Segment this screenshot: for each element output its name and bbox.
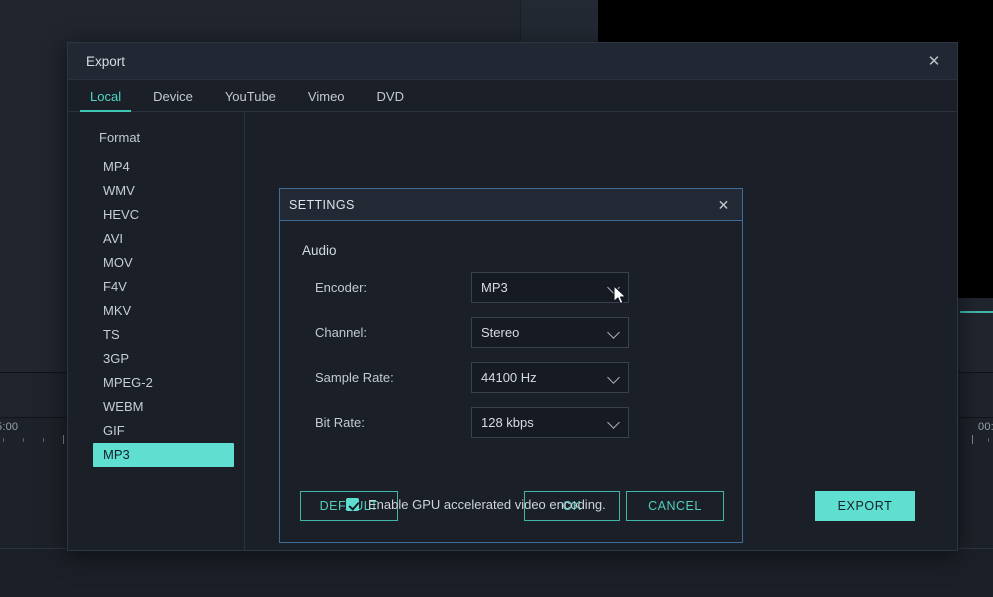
format-item-avi[interactable]: AVI [93, 227, 234, 251]
ruler-tick [3, 438, 4, 442]
tab-dvd[interactable]: DVD [361, 90, 420, 111]
gpu-checkbox-label: Enable GPU accelerated video encoding. [368, 497, 606, 512]
settings-content: Audio Encoder: MP3 Channel: Stereo Sampl… [280, 221, 742, 438]
close-icon[interactable]: ✕ [921, 49, 947, 73]
format-item-f4v[interactable]: F4V [93, 275, 234, 299]
dialog-title: Export [86, 53, 126, 69]
export-button[interactable]: EXPORT [815, 491, 915, 521]
gpu-acceleration-checkbox-row[interactable]: Enable GPU accelerated video encoding. [346, 497, 606, 512]
format-item-mkv[interactable]: MKV [93, 299, 234, 323]
format-list: MP4 WMV HEVC AVI MOV F4V MKV TS 3GP MPEG… [68, 155, 244, 467]
field-row-encoder: Encoder: MP3 [280, 272, 742, 303]
timeline-time-label-left: 5:00 [0, 421, 19, 433]
tab-bar: Local Device YouTube Vimeo DVD [68, 80, 957, 112]
field-row-channel: Channel: Stereo [280, 317, 742, 348]
bit-rate-select[interactable]: 128 kbps [471, 407, 629, 438]
sample-rate-value: 44100 Hz [481, 370, 537, 385]
sample-rate-label: Sample Rate: [315, 370, 394, 385]
ruler-tick [972, 435, 973, 444]
tab-youtube-label: YouTube [224, 89, 276, 104]
format-item-webm[interactable]: WEBM [93, 395, 234, 419]
encoder-label: Encoder: [315, 280, 368, 295]
ruler-tick [23, 438, 24, 442]
format-item-mpeg-2[interactable]: MPEG-2 [93, 371, 234, 395]
ruler-tick [43, 438, 44, 442]
settings-header: SETTINGS ✕ [280, 189, 742, 221]
tab-vimeo[interactable]: Vimeo [292, 90, 361, 111]
format-item-3gp[interactable]: 3GP [93, 347, 234, 371]
channel-label: Channel: [315, 325, 368, 340]
format-item-mp4[interactable]: MP4 [93, 155, 234, 179]
tab-device[interactable]: Device [137, 90, 209, 111]
encoder-select[interactable]: MP3 [471, 272, 629, 303]
format-heading: Format [99, 130, 141, 145]
format-item-mov[interactable]: MOV [93, 251, 234, 275]
channel-select[interactable]: Stereo [471, 317, 629, 348]
ruler-tick [988, 438, 989, 442]
encoder-value: MP3 [481, 280, 508, 295]
channel-value: Stereo [481, 325, 520, 340]
chevron-down-icon [607, 280, 620, 294]
sample-rate-select[interactable]: 44100 Hz [471, 362, 629, 393]
field-row-bit-rate: Bit Rate: 128 kbps [280, 407, 742, 438]
chevron-down-icon [607, 415, 620, 429]
bit-rate-value: 128 kbps [481, 415, 534, 430]
ruler-tick [63, 435, 64, 444]
tab-vimeo-label: Vimeo [307, 89, 345, 104]
audio-section-label: Audio [302, 243, 337, 258]
tab-dvd-label: DVD [376, 89, 404, 104]
gpu-checkbox[interactable] [346, 498, 359, 511]
tab-local-label: Local [90, 89, 122, 104]
timeline-time-label-right: 00:01: [978, 421, 993, 433]
tab-device-label: Device [153, 89, 193, 104]
export-dialog: Export ✕ Local Device YouTube Vimeo DVD … [67, 42, 958, 551]
tab-youtube[interactable]: YouTube [209, 90, 292, 111]
format-item-mp3[interactable]: MP3 [93, 443, 234, 467]
format-pane: Format MP4 WMV HEVC AVI MOV F4V MKV TS 3… [68, 112, 245, 551]
format-item-hevc[interactable]: HEVC [93, 203, 234, 227]
playhead-marker [960, 311, 993, 313]
app-bottom-bar [0, 548, 993, 597]
format-item-wmv[interactable]: WMV [93, 179, 234, 203]
settings-close-icon[interactable]: ✕ [713, 194, 734, 215]
field-row-sample-rate: Sample Rate: 44100 Hz [280, 362, 742, 393]
dialog-titlebar: Export ✕ [68, 43, 957, 80]
chevron-down-icon [607, 370, 620, 384]
tab-local[interactable]: Local [74, 89, 137, 112]
bit-rate-label: Bit Rate: [315, 415, 365, 430]
chevron-down-icon [607, 325, 620, 339]
format-item-ts[interactable]: TS [93, 323, 234, 347]
dialog-body: Format MP4 WMV HEVC AVI MOV F4V MKV TS 3… [68, 112, 957, 551]
format-item-gif[interactable]: GIF [93, 419, 234, 443]
dialog-footer: Enable GPU accelerated video encoding. E… [244, 475, 957, 551]
settings-title: SETTINGS [289, 197, 355, 212]
